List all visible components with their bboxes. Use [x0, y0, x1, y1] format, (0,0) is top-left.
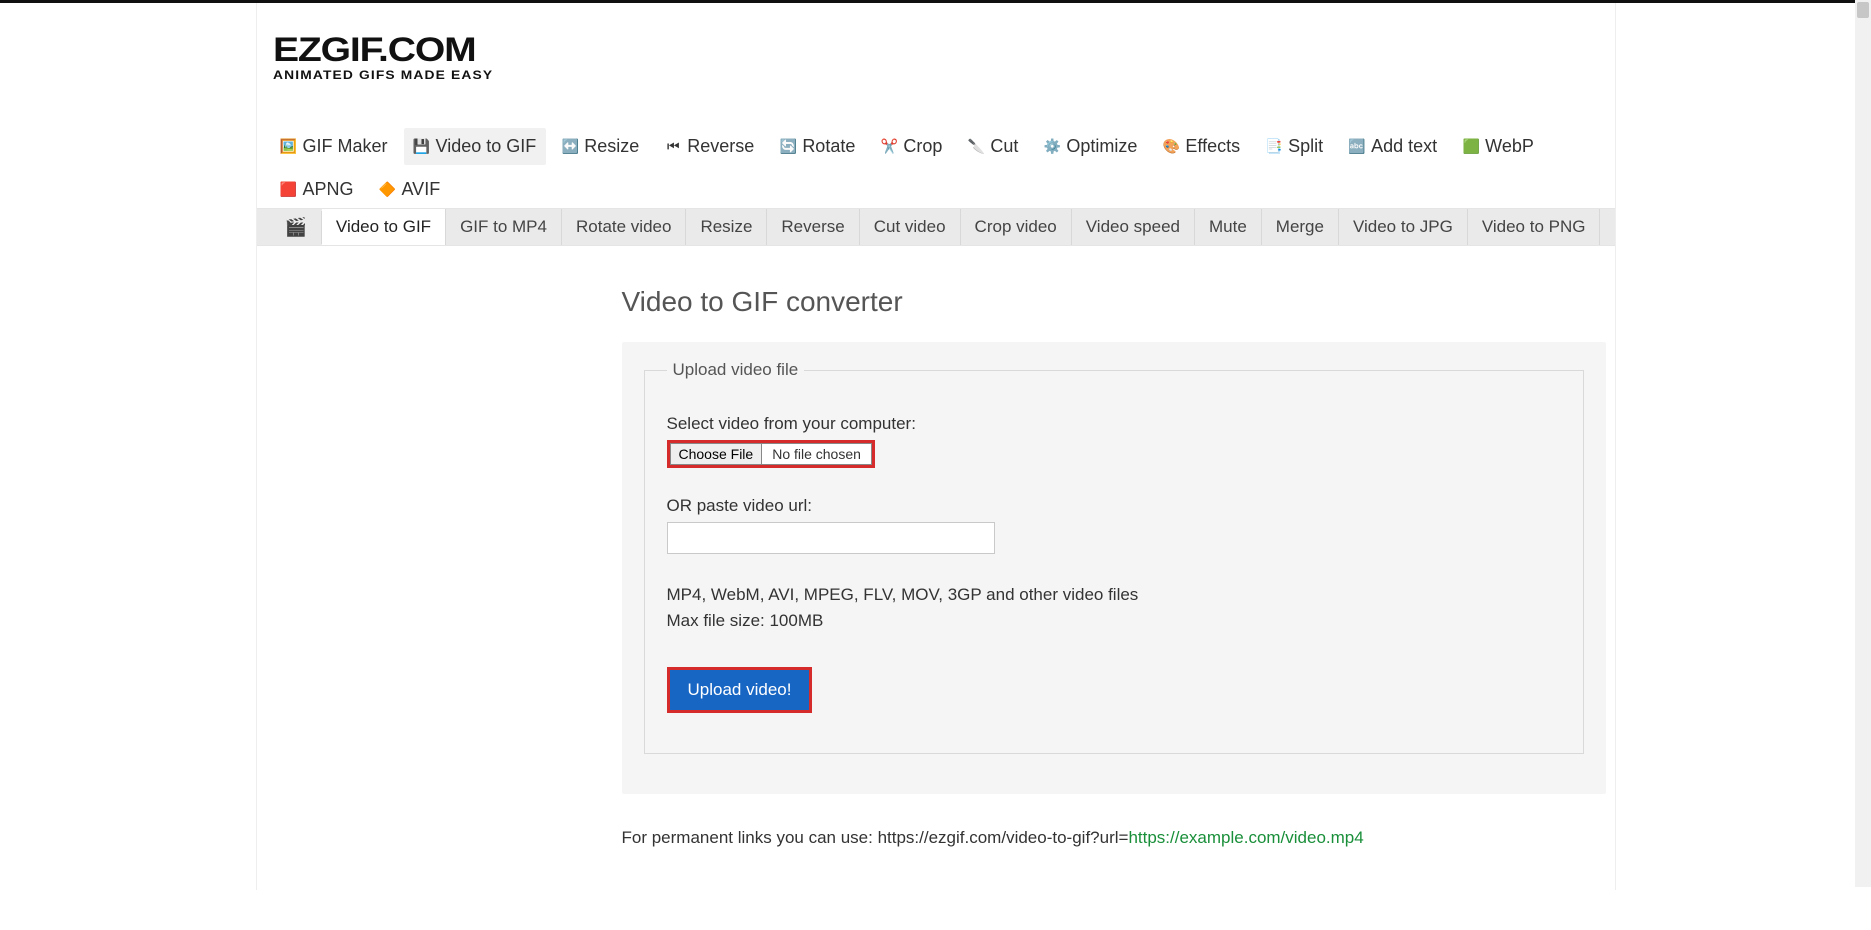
nav-primary-avif[interactable]: 🔶 AVIF [370, 171, 451, 208]
nav-primary-label: Rotate [802, 136, 855, 157]
or-url-label: OR paste video url: [667, 496, 1561, 516]
site-header: EZGIF.COM ANIMATED GIFS MADE EASY [257, 3, 1615, 92]
crop-icon: ✂️ [881, 139, 897, 155]
formats-hint: MP4, WebM, AVI, MPEG, FLV, MOV, 3GP and … [667, 582, 1561, 608]
apng-icon: 🟥 [281, 182, 297, 198]
nav-secondary-resize[interactable]: Resize [686, 209, 767, 245]
cut-icon: 🔪 [968, 139, 984, 155]
permalink-hint: For permanent links you can use: https:/… [622, 828, 1606, 848]
upload-legend: Upload video file [667, 360, 805, 380]
effects-icon: 🎨 [1163, 139, 1179, 155]
page-title: Video to GIF converter [622, 286, 1606, 318]
vertical-scrollbar[interactable] [1855, 0, 1871, 887]
scrollbar-thumb[interactable] [1857, 2, 1869, 18]
upload-video-button[interactable]: Upload video! [670, 670, 810, 710]
nav-primary-label: AVIF [402, 179, 441, 200]
nav-secondary-merge[interactable]: Merge [1262, 209, 1339, 245]
secondary-nav: 🎬Video to GIFGIF to MP4Rotate videoResiz… [257, 209, 1615, 246]
nav-primary-label: Optimize [1066, 136, 1137, 157]
size-hint: Max file size: 100MB [667, 608, 1561, 634]
reverse-icon: ⏮ [665, 139, 681, 155]
nav-primary-optimize[interactable]: ⚙️ Optimize [1034, 128, 1147, 165]
nav-primary-label: Crop [903, 136, 942, 157]
nav-secondary-video-speed[interactable]: Video speed [1072, 209, 1195, 245]
nav-secondary-crop-video[interactable]: Crop video [961, 209, 1072, 245]
nav-primary-video-to-gif[interactable]: 💾 Video to GIF [404, 128, 547, 165]
upload-fieldset: Upload video file Select video from your… [644, 360, 1584, 754]
nav-secondary-cut-video[interactable]: Cut video [860, 209, 961, 245]
add-text-icon: 🔤 [1349, 139, 1365, 155]
split-icon: 📑 [1266, 139, 1282, 155]
file-input-highlight: Choose File No file chosen [667, 440, 875, 468]
nav-primary-label: Cut [990, 136, 1018, 157]
nav-primary-label: Effects [1185, 136, 1240, 157]
nav-primary-gif-maker[interactable]: 🖼️ GIF Maker [271, 128, 398, 165]
nav-primary-label: Video to GIF [436, 136, 537, 157]
video-url-input[interactable] [667, 522, 995, 554]
rotate-icon: 🔄 [780, 139, 796, 155]
nav-secondary-video-to-png[interactable]: Video to PNG [1468, 209, 1601, 245]
nav-secondary-mute[interactable]: Mute [1195, 209, 1262, 245]
primary-nav: 🖼️ GIF Maker 💾 Video to GIF ↔️ Resize ⏮ Reverse… [257, 128, 1615, 209]
optimize-icon: ⚙️ [1044, 139, 1060, 155]
file-status-text: No file chosen [762, 443, 872, 465]
video-to-gif-icon: 💾 [414, 139, 430, 155]
nav-secondary-video-to-gif[interactable]: Video to GIF [322, 209, 446, 245]
nav-primary-webp[interactable]: 🟩 WebP [1453, 128, 1544, 165]
nav-primary-label: Resize [584, 136, 639, 157]
nav-primary-cut[interactable]: 🔪 Cut [958, 128, 1028, 165]
upload-button-highlight: Upload video! [667, 667, 813, 713]
nav-primary-label: Add text [1371, 136, 1437, 157]
nav-primary-label: Split [1288, 136, 1323, 157]
nav-primary-crop[interactable]: ✂️ Crop [871, 128, 952, 165]
resize-icon: ↔️ [562, 139, 578, 155]
logo-main[interactable]: EZGIF.COM [273, 31, 1798, 70]
permalink-example-link[interactable]: https://example.com/video.mp4 [1128, 828, 1363, 847]
logo-tagline: ANIMATED GIFS MADE EASY [273, 68, 1798, 82]
nav-primary-rotate[interactable]: 🔄 Rotate [770, 128, 865, 165]
nav-secondary-home[interactable]: 🎬 [271, 211, 322, 244]
nav-primary-add-text[interactable]: 🔤 Add text [1339, 128, 1447, 165]
nav-primary-effects[interactable]: 🎨 Effects [1153, 128, 1250, 165]
avif-icon: 🔶 [380, 182, 396, 198]
nav-primary-apng[interactable]: 🟥 APNG [271, 171, 364, 208]
nav-primary-split[interactable]: 📑 Split [1256, 128, 1333, 165]
nav-primary-reverse[interactable]: ⏮ Reverse [655, 128, 764, 165]
gif-maker-icon: 🖼️ [281, 139, 297, 155]
permalink-prefix: For permanent links you can use: https:/… [622, 828, 1129, 847]
nav-primary-label: APNG [303, 179, 354, 200]
choose-file-button[interactable]: Choose File [670, 443, 763, 465]
upload-panel: Upload video file Select video from your… [622, 342, 1606, 794]
nav-secondary-reverse[interactable]: Reverse [767, 209, 859, 245]
nav-primary-label: GIF Maker [303, 136, 388, 157]
webp-icon: 🟩 [1463, 139, 1479, 155]
nav-secondary-gif-to-mp4[interactable]: GIF to MP4 [446, 209, 562, 245]
nav-primary-resize[interactable]: ↔️ Resize [552, 128, 649, 165]
nav-primary-label: Reverse [687, 136, 754, 157]
nav-primary-label: WebP [1485, 136, 1534, 157]
nav-secondary-rotate-video[interactable]: Rotate video [562, 209, 686, 245]
select-file-label: Select video from your computer: [667, 414, 1561, 434]
nav-secondary-video-to-jpg[interactable]: Video to JPG [1339, 209, 1468, 245]
